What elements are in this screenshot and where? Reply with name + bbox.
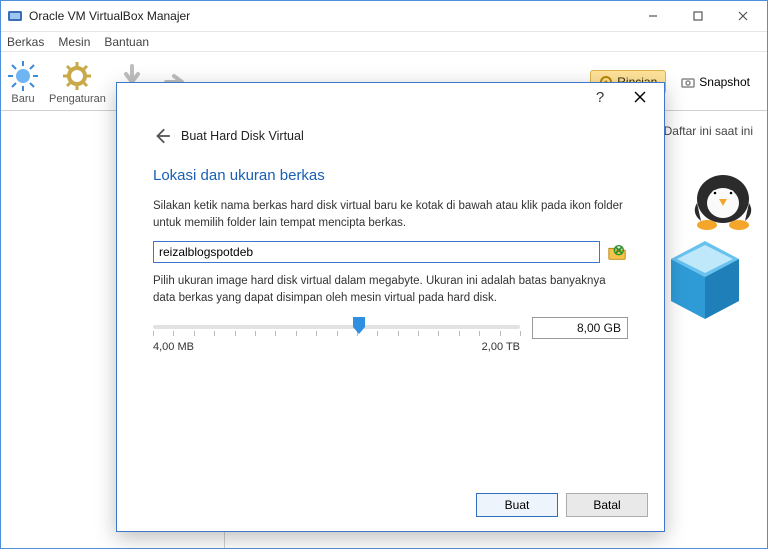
slider-max-label: 2,00 TB	[482, 341, 520, 353]
maximize-button[interactable]	[675, 2, 720, 30]
close-button[interactable]	[720, 2, 765, 30]
dialog-titlebar: ?	[117, 83, 664, 111]
titlebar: Oracle VM VirtualBox Manajer	[1, 1, 767, 31]
file-description: Silakan ketik nama berkas hard disk virt…	[153, 198, 628, 231]
menu-file[interactable]: Berkas	[7, 32, 44, 51]
window-title: Oracle VM VirtualBox Manajer	[29, 9, 630, 23]
virtualbox-mascot	[653, 169, 763, 329]
toolbar-new[interactable]: Baru	[7, 60, 39, 105]
disk-size-input[interactable]	[532, 317, 628, 339]
back-button[interactable]	[153, 127, 171, 145]
size-description: Pilih ukuran image hard disk virtual dal…	[153, 273, 628, 306]
cancel-button[interactable]: Batal	[566, 493, 648, 517]
size-slider[interactable]: 4,00 MB 2,00 TB	[153, 317, 628, 353]
create-vdi-dialog: ? Buat Hard Disk Virtual Lokasi dan ukur…	[116, 82, 665, 532]
app-icon	[7, 8, 23, 24]
gear-icon	[61, 60, 93, 92]
folder-icon	[607, 242, 627, 262]
dialog-close-button[interactable]	[620, 84, 660, 110]
menubar: Berkas Mesin Bantuan	[1, 31, 767, 51]
section-heading: Lokasi dan ukuran berkas	[153, 167, 628, 184]
toolbar-settings[interactable]: Pengaturan	[49, 60, 106, 105]
toolbar-new-label: Baru	[11, 93, 34, 105]
sun-new-icon	[7, 60, 39, 92]
snapshot-label: Snapshot	[699, 75, 750, 89]
create-button[interactable]: Buat	[476, 493, 558, 517]
dialog-help-button[interactable]: ?	[580, 84, 620, 110]
menu-machine[interactable]: Mesin	[58, 32, 90, 51]
slider-min-label: 4,00 MB	[153, 341, 194, 353]
camera-icon	[681, 75, 695, 89]
slider-thumb[interactable]	[351, 317, 367, 335]
toolbar-settings-label: Pengaturan	[49, 93, 106, 105]
browse-folder-button[interactable]	[606, 241, 628, 263]
snapshot-toggle[interactable]: Snapshot	[672, 70, 759, 94]
wizard-title: Buat Hard Disk Virtual	[181, 129, 304, 143]
minimize-button[interactable]	[630, 2, 675, 30]
menu-help[interactable]: Bantuan	[104, 32, 149, 51]
disk-name-input[interactable]	[153, 241, 600, 263]
